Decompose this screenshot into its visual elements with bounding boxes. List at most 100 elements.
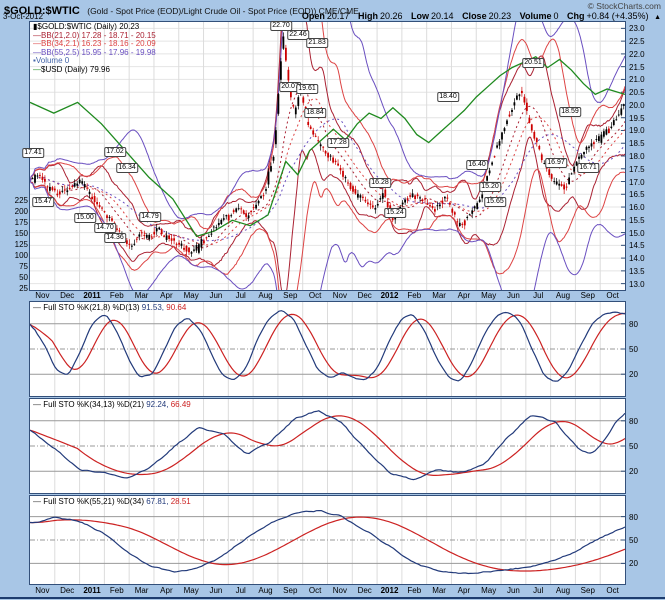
k-value: 91.53, — [142, 303, 166, 312]
month-axis-label: Aug — [253, 585, 278, 596]
open-label: Open — [302, 11, 325, 21]
full-sto-mid-title: — Full STO %K(34,13) %D(21) 92.24, 66.49 — [33, 400, 191, 409]
indicator-label: Full STO %K(55,21) %D(34) — [43, 497, 146, 506]
month-axis-label: Jul — [526, 585, 551, 596]
month-axis-label: Nov — [328, 290, 353, 301]
y-axis-label: 14.5 — [629, 241, 645, 250]
month-axis-label: Nov — [30, 585, 55, 596]
price-callout: 14.79 — [139, 212, 161, 222]
month-axis-label: Jun — [204, 585, 229, 596]
y-axis-label: 50 — [629, 345, 638, 354]
volume-value: 0 — [553, 11, 558, 21]
month-axis-label: Sep — [575, 585, 600, 596]
left-axis-label: 175 — [2, 218, 28, 227]
month-axis-label: Feb — [402, 585, 427, 596]
price-callout: 17.41 — [22, 148, 44, 158]
y-axis-label: 19.5 — [629, 114, 645, 123]
month-axis-label: Oct — [600, 585, 625, 596]
left-axis-label: 200 — [2, 207, 28, 216]
low-value: 20.14 — [431, 11, 454, 21]
y-axis-label: 20.5 — [629, 88, 645, 97]
d-value: 28.51 — [171, 497, 191, 506]
y-axis-label: 13.5 — [629, 267, 645, 276]
indicator-label: Full STO %K(21,8) %D(13) — [43, 303, 142, 312]
price-callout: 18.40 — [437, 92, 459, 102]
y-axis-label: 23.0 — [629, 24, 645, 33]
low-label: Low — [411, 11, 429, 21]
chg-value: +0.84 (+4.35%) — [587, 11, 649, 21]
month-axis-label: Mar — [129, 585, 154, 596]
line-swatch-icon: — — [33, 65, 41, 74]
full-sto-slow-panel-plot — [30, 496, 625, 584]
line-swatch-icon: — — [33, 400, 43, 409]
full-sto-fast-title: — Full STO %K(21,8) %D(13) 91.53, 90.64 — [33, 303, 186, 312]
y-axis-label: 21.5 — [629, 63, 645, 72]
full-sto-mid-panel: — Full STO %K(34,13) %D(21) 92.24, 66.49 — [29, 398, 626, 494]
legend-text: $USD (Daily) 79.96 — [41, 65, 110, 74]
left-axis-label: 100 — [2, 251, 28, 260]
price-callout: 19.61 — [296, 84, 318, 94]
month-axis-label: Dec — [55, 585, 80, 596]
price-callout: 16.71 — [577, 163, 599, 173]
change-up-icon: ▲ — [654, 14, 661, 21]
full-sto-slow-panel: — Full STO %K(55,21) %D(34) 67.81, 28.51 — [29, 495, 626, 585]
y-axis-label: 15.5 — [629, 216, 645, 225]
close-value: 20.23 — [489, 11, 512, 21]
left-axis-label: 125 — [2, 240, 28, 249]
y-axis-label: 80 — [629, 513, 638, 522]
price-callout: 14.70 — [94, 223, 116, 233]
month-axis-label: Apr — [154, 290, 179, 301]
legend-row-5: —$USD (Daily) 79.96 — [33, 66, 156, 75]
price-callout: 15.24 — [384, 208, 406, 218]
month-axis-label: Oct — [303, 290, 328, 301]
high-value: 20.26 — [380, 11, 403, 21]
quote-summary: Open20.17 High20.26 Low20.14 Close20.23 … — [296, 11, 661, 21]
y-axis-label: 22.0 — [629, 50, 645, 59]
y-axis-label: 50 — [629, 442, 638, 451]
year-axis-label: 2012 — [377, 585, 402, 596]
month-axis-label: Apr — [154, 585, 179, 596]
k-value: 67.81, — [146, 497, 170, 506]
price-callout: 15.00 — [74, 213, 96, 223]
month-axis-label: May — [476, 290, 501, 301]
month-axis-label: Dec — [352, 290, 377, 301]
month-axis-label: Jun — [501, 585, 526, 596]
left-axis-label: 25 — [2, 284, 28, 293]
price-callout: 15.47 — [32, 197, 54, 207]
month-axis-label: Feb — [104, 290, 129, 301]
y-axis-label: 16.0 — [629, 203, 645, 212]
copyright-text: © StockCharts.com — [588, 1, 661, 11]
y-axis-label: 17.5 — [629, 165, 645, 174]
month-axis-label: Aug — [551, 585, 576, 596]
month-axis-label: Feb — [104, 585, 129, 596]
chg-label: Chg — [567, 11, 585, 21]
y-axis-label: 14.0 — [629, 254, 645, 263]
month-axis-label: Jul — [228, 585, 253, 596]
left-axis-label: 225 — [2, 196, 28, 205]
month-axis-label: Dec — [55, 290, 80, 301]
month-axis-label: Jul — [526, 290, 551, 301]
price-callout: 17.02 — [104, 147, 126, 157]
month-axis-label: May — [476, 585, 501, 596]
d-value: 66.49 — [171, 400, 191, 409]
month-axis-label: Apr — [452, 585, 477, 596]
open-value: 20.17 — [327, 11, 350, 21]
month-axis-label: Sep — [278, 290, 303, 301]
price-callout: 16.40 — [466, 160, 488, 170]
month-axis-label: Dec — [352, 585, 377, 596]
y-axis-label: 22.5 — [629, 37, 645, 46]
full-sto-slow-title: — Full STO %K(55,21) %D(34) 67.81, 28.51 — [33, 497, 191, 506]
left-axis-label: 75 — [2, 262, 28, 271]
month-axis-label: Nov — [30, 290, 55, 301]
month-axis-label: Sep — [278, 585, 303, 596]
month-axis-label: Aug — [253, 290, 278, 301]
month-axis-label: Nov — [328, 585, 353, 596]
y-axis-label: 20 — [629, 370, 638, 379]
y-axis-label: 16.5 — [629, 190, 645, 199]
year-axis-label: 2011 — [80, 585, 105, 596]
price-callout: 15.20 — [479, 182, 501, 192]
month-axis-label: Feb — [402, 290, 427, 301]
full-sto-fast-panel: — Full STO %K(21,8) %D(13) 91.53, 90.64 — [29, 301, 626, 397]
month-axis-label: Mar — [427, 290, 452, 301]
price-callout: 18.84 — [304, 108, 326, 118]
